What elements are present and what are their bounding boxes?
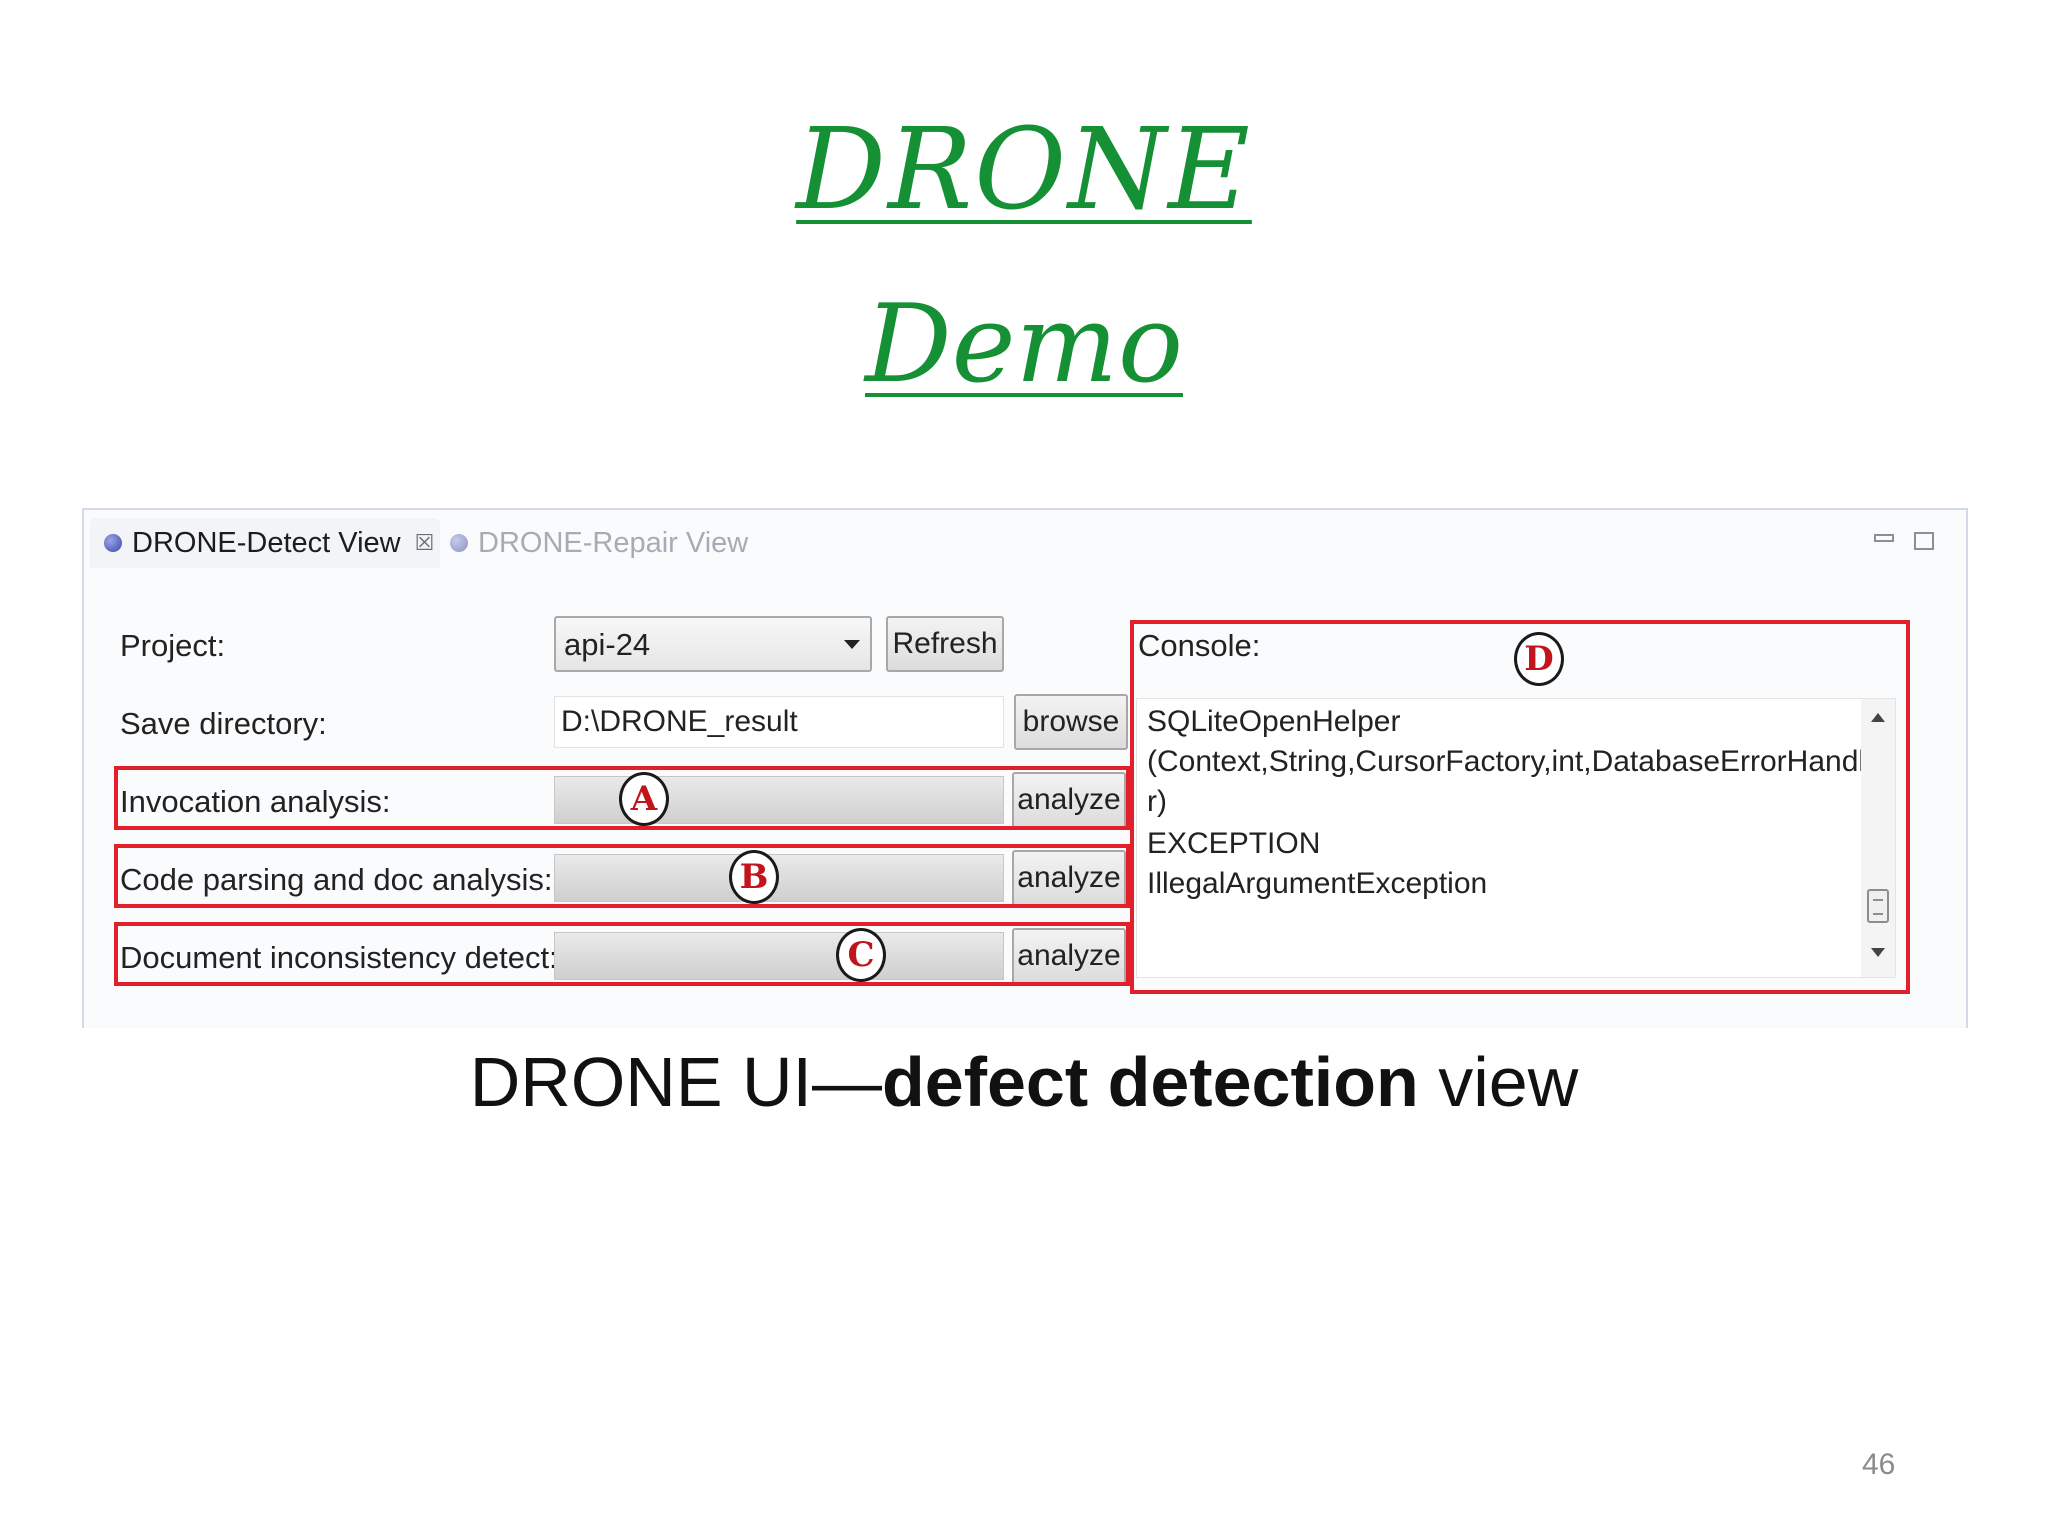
caption-bold: defect detection (882, 1043, 1419, 1121)
slide-subtitle: Demo (865, 282, 1183, 407)
page-number: 46 (1862, 1448, 1896, 1481)
drone-window: DRONE-Detect View ☒ DRONE-Repair View Pr… (82, 508, 1968, 1028)
view-icon (450, 534, 468, 552)
caption-prefix: DRONE UI— (469, 1043, 882, 1121)
save-directory-field[interactable]: D:\DRONE_result (554, 696, 1004, 748)
view-icon (104, 534, 122, 552)
view-tab-bar: DRONE-Detect View ☒ DRONE-Repair View (84, 510, 1966, 570)
refresh-button[interactable]: Refresh (886, 616, 1004, 672)
highlight-box-c (114, 922, 1130, 986)
save-directory-label: Save directory: (120, 706, 327, 741)
tab-label: DRONE-Repair View (478, 526, 749, 559)
project-label: Project: (120, 628, 226, 663)
highlight-box-d (1130, 620, 1910, 994)
highlight-box-b (114, 844, 1130, 908)
close-icon[interactable]: ☒ (415, 530, 435, 556)
maximize-icon[interactable] (1914, 532, 1934, 550)
marker-a: A (619, 772, 669, 826)
browse-button[interactable]: browse (1014, 694, 1128, 750)
tab-drone-detect-view[interactable]: DRONE-Detect View ☒ (90, 518, 440, 568)
slide-title: DRONE (796, 105, 1252, 235)
slide-caption: DRONE UI—defect detection view (0, 1042, 2048, 1122)
chevron-down-icon (844, 640, 860, 649)
project-select-value: api-24 (564, 627, 651, 662)
caption-suffix: view (1418, 1043, 1579, 1121)
project-select[interactable]: api-24 (554, 616, 872, 672)
marker-b: B (729, 850, 779, 904)
tab-label: DRONE-Detect View (132, 526, 401, 559)
tab-drone-repair-view[interactable]: DRONE-Repair View (440, 518, 748, 568)
marker-c: C (836, 928, 886, 982)
minimize-icon[interactable] (1874, 534, 1894, 542)
